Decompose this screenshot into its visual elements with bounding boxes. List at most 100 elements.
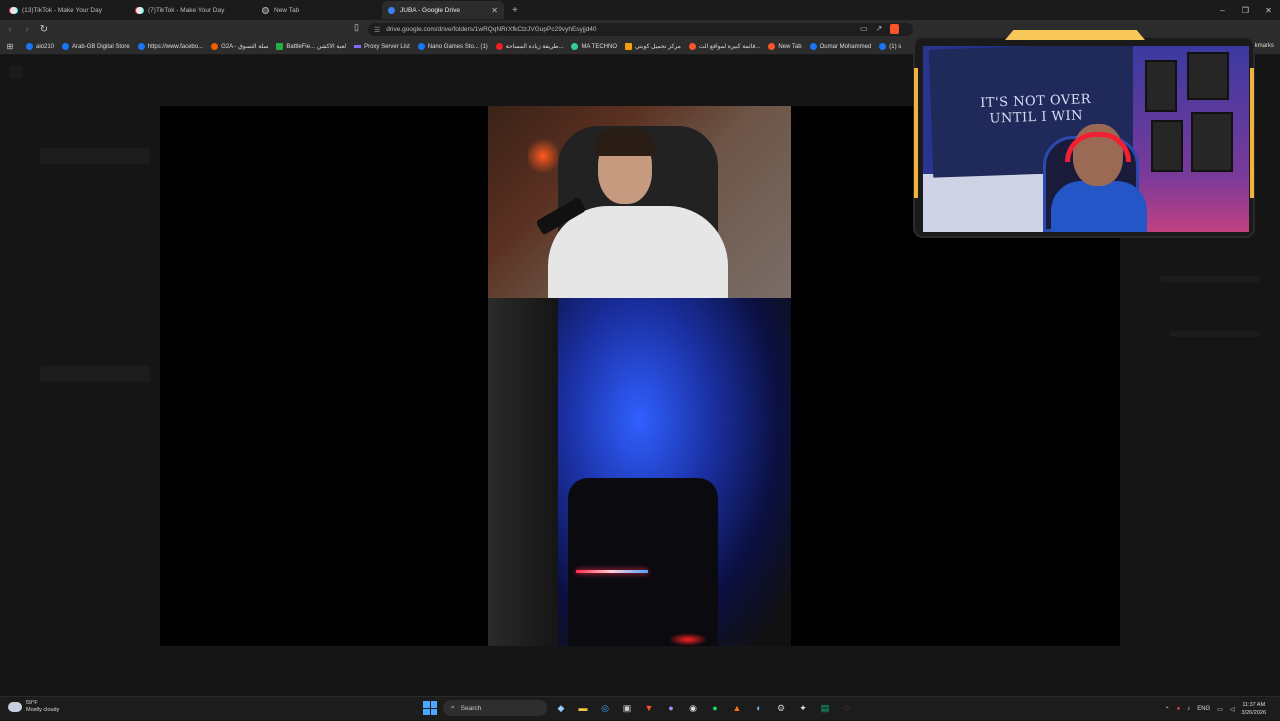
person-shirt	[548, 206, 728, 298]
close-tab-icon[interactable]: ✕	[491, 6, 498, 15]
proxy-icon	[354, 45, 362, 48]
poster-wall	[1133, 46, 1249, 232]
bookmark-icon[interactable]: ▯	[354, 22, 359, 33]
cast-icon[interactable]: ▭	[860, 24, 868, 34]
streamer-webcam: IT'S NOT OVER UNTIL I WIN	[923, 46, 1249, 232]
star-icon	[688, 43, 696, 50]
bookmark-item[interactable]: Oumar Mohammed	[809, 43, 872, 50]
bookmark-label: قائمة كبيرة لمواقع الت...	[698, 44, 761, 50]
volume-icon[interactable]: ◁	[1230, 706, 1235, 713]
drive-nav-dimmed	[40, 148, 150, 164]
url-field[interactable]: ☰ drive.google.com/drive/folders/1wRQqNR…	[368, 23, 913, 36]
bookmark-item[interactable]: aio210	[26, 43, 54, 50]
bookmark-label: (1) s	[889, 43, 902, 50]
scene-wall	[488, 298, 558, 646]
bookmark-item[interactable]: مركز تحميل كويتي	[625, 43, 681, 50]
clock-date: 3/26/2026	[1241, 710, 1266, 716]
weather-desc: Mostly cloudy	[26, 707, 60, 713]
drive-nav-dimmed	[40, 366, 150, 382]
drive-logo-dimmed	[10, 66, 22, 78]
apps-grid-icon[interactable]: ⊞	[2, 42, 18, 51]
back-icon[interactable]: ‹	[3, 24, 17, 35]
facebook-icon	[417, 43, 425, 50]
weather-widget[interactable]: 59°F Mostly cloudy	[8, 700, 59, 714]
tab-tiktok-2[interactable]: (7)TikTok - Make Your Day	[130, 1, 252, 19]
clock-time: 11:37 AM	[1242, 702, 1266, 708]
obs-icon[interactable]: ◉	[685, 700, 701, 716]
cloud-icon	[8, 702, 22, 712]
bookmark-label: مركز تحميل كويتي	[635, 44, 681, 50]
ma-icon	[571, 43, 579, 50]
bookmark-item[interactable]: New Tab	[768, 43, 802, 50]
antivirus-icon[interactable]: ●	[1177, 706, 1181, 712]
brave-icon	[768, 43, 776, 50]
room-lights	[528, 136, 558, 176]
gameplay-feed	[488, 298, 791, 646]
discord-icon[interactable]: ●	[663, 700, 679, 716]
windows-start-icon[interactable]	[423, 701, 437, 715]
bookmark-label: New Tab	[778, 43, 802, 50]
bookmark-label: Oumar Mohammed	[819, 43, 872, 50]
language-indicator[interactable]: ENG	[1197, 706, 1210, 712]
scene-seat	[568, 478, 718, 646]
banner-line-2: UNTIL I WIN	[989, 108, 1084, 127]
close-window-button[interactable]: ✕	[1257, 0, 1280, 20]
reload-icon[interactable]: ↻	[37, 24, 51, 35]
restore-button[interactable]: ❐	[1234, 0, 1257, 20]
bookmark-label: طريقة زيادة المساحة...	[505, 44, 564, 50]
weather-temp: 59°F	[26, 700, 38, 706]
overlay-gold-edge	[1250, 68, 1254, 198]
video-frame[interactable]	[488, 106, 791, 646]
file-explorer-icon[interactable]: ▬	[575, 700, 591, 716]
bookmark-item[interactable]: (1) s	[879, 43, 901, 50]
forward-icon[interactable]: ›	[20, 24, 34, 35]
window-controls: – ❐ ✕	[1211, 0, 1280, 20]
tab-tiktok-1[interactable]: (13)TikTok - Make Your Day	[4, 1, 126, 19]
bookmark-item[interactable]: Nano Games Sto... (1)	[417, 43, 488, 50]
bookmark-item[interactable]: MA TECHNO	[571, 43, 617, 50]
bookmark-label: Nano Games Sto... (1)	[427, 43, 488, 50]
bookmark-item[interactable]: G2A - سلة التسوق	[211, 43, 268, 50]
bookmark-item[interactable]: BattleFie... لعبة الاكشن	[276, 43, 346, 50]
bookmark-item[interactable]: Proxy Server List	[354, 44, 410, 50]
brave-icon[interactable]: ▼	[641, 700, 657, 716]
chevron-up-icon[interactable]: ⌃	[1165, 706, 1170, 713]
edge-icon[interactable]: ◎	[597, 700, 613, 716]
minimize-button[interactable]: –	[1211, 0, 1234, 20]
recorder-icon[interactable]: ◌	[839, 700, 855, 716]
taskbar-search[interactable]: ⌕ Search	[443, 700, 547, 716]
bookmark-item[interactable]: Arab-GB Digital Store	[62, 43, 130, 50]
tab-title: (7)TikTok - Make Your Day	[148, 6, 225, 14]
person-hoodie	[1051, 181, 1147, 232]
store-icon[interactable]: ▣	[619, 700, 635, 716]
facebook-icon	[137, 43, 145, 50]
copilot-icon[interactable]: ◆	[553, 700, 569, 716]
game-launcher-icon[interactable]: ✦	[795, 700, 811, 716]
poster	[1191, 112, 1233, 172]
network-icon[interactable]: ▭	[1217, 706, 1223, 713]
clock[interactable]: 11:37 AM 3/26/2026	[1242, 701, 1266, 717]
bookmark-item[interactable]: قائمة كبيرة لمواقع الت...	[688, 43, 761, 50]
brave-icon	[262, 6, 269, 14]
share-icon[interactable]: ↗	[876, 24, 883, 34]
tab-new-tab[interactable]: New Tab	[256, 1, 378, 19]
site-info-icon[interactable]: ☰	[374, 26, 380, 34]
app-icon[interactable]: ▤	[817, 700, 833, 716]
microphone-icon[interactable]: ♪	[1187, 706, 1190, 712]
bookmark-label: aio210	[36, 43, 55, 50]
bookmark-label: https://www.facebo...	[147, 43, 204, 50]
poster	[1187, 52, 1229, 100]
bookmark-item[interactable]: طريقة زيادة المساحة...	[495, 43, 564, 50]
drive-detail-dimmed	[1170, 331, 1260, 337]
facebook-icon	[809, 43, 817, 50]
new-tab-button[interactable]: +	[512, 5, 518, 16]
webcam-feed	[488, 106, 791, 298]
steam-icon[interactable]: ◐	[751, 700, 767, 716]
tab-google-drive[interactable]: JUBA - Google Drive ✕	[382, 1, 504, 19]
settings-icon[interactable]: ⚙	[773, 700, 789, 716]
tab-strip: (13)TikTok - Make Your Day (7)TikTok - M…	[0, 0, 1280, 20]
spotify-icon[interactable]: ●	[707, 700, 723, 716]
bookmark-item[interactable]: https://www.facebo...	[137, 43, 204, 50]
vpn-icon[interactable]: ▲	[729, 700, 745, 716]
brave-shields-icon[interactable]	[890, 24, 900, 34]
